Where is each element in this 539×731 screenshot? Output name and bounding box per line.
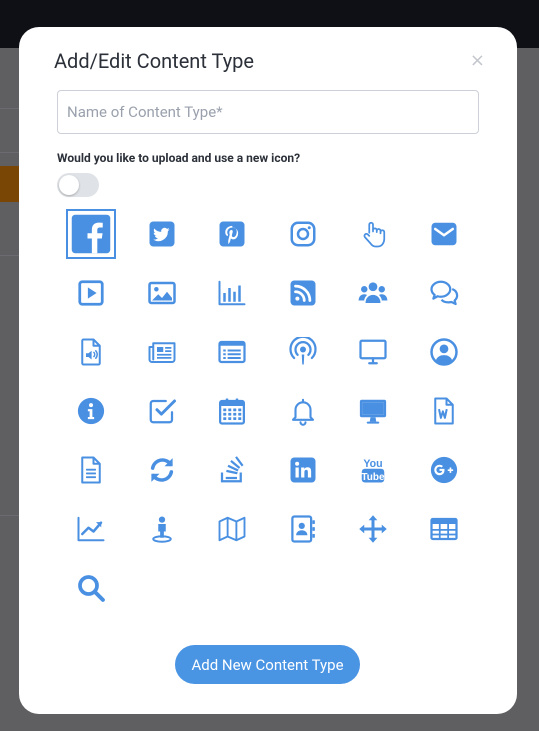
content-type-name-input[interactable] [57, 90, 479, 134]
pinterest-icon[interactable] [202, 208, 262, 260]
background-divider [0, 108, 20, 109]
svg-text:You: You [364, 458, 383, 470]
comments-icon[interactable] [414, 267, 474, 319]
google-plus-icon[interactable] [414, 444, 474, 496]
word-file-icon[interactable] [414, 385, 474, 437]
map-icon[interactable] [202, 503, 262, 555]
background-divider [0, 515, 20, 516]
bell-icon[interactable] [273, 385, 333, 437]
users-icon[interactable] [343, 267, 403, 319]
rss-icon[interactable] [273, 267, 333, 319]
stack-overflow-icon[interactable] [202, 444, 262, 496]
modal-title: Add/Edit Content Type [54, 49, 254, 73]
close-icon[interactable]: × [470, 52, 485, 70]
calendar-icon[interactable] [202, 385, 262, 437]
move-arrows-icon[interactable] [343, 503, 403, 555]
twitter-icon[interactable] [132, 208, 192, 260]
bar-chart-icon[interactable] [202, 267, 262, 319]
check-square-icon[interactable] [132, 385, 192, 437]
list-card-icon[interactable] [202, 326, 262, 378]
upload-icon-toggle[interactable] [57, 173, 99, 197]
newspaper-icon[interactable] [132, 326, 192, 378]
toggle-knob [59, 175, 79, 195]
icon-picker-grid: You Tube [61, 208, 481, 628]
instagram-icon[interactable] [273, 208, 333, 260]
address-book-icon[interactable] [273, 503, 333, 555]
audio-file-icon[interactable] [61, 326, 121, 378]
search-icon[interactable] [61, 562, 121, 614]
facebook-icon[interactable] [61, 208, 121, 260]
image-icon[interactable] [132, 267, 192, 319]
text-file-icon[interactable] [61, 444, 121, 496]
desktop-icon[interactable] [343, 385, 403, 437]
background-divider [0, 255, 20, 256]
content-type-modal: Add/Edit Content Type × Would you like t… [19, 27, 517, 714]
table-icon[interactable] [414, 503, 474, 555]
monitor-icon[interactable] [343, 326, 403, 378]
video-play-icon[interactable] [61, 267, 121, 319]
line-chart-icon[interactable] [61, 503, 121, 555]
svg-text:Tube: Tube [362, 472, 386, 483]
hand-pointer-icon[interactable] [343, 208, 403, 260]
refresh-icon[interactable] [132, 444, 192, 496]
youtube-icon[interactable]: You Tube [343, 444, 403, 496]
background-highlight-row [0, 166, 20, 202]
background-divider [0, 152, 20, 153]
envelope-icon[interactable] [414, 208, 474, 260]
street-view-icon[interactable] [132, 503, 192, 555]
upload-icon-question: Would you like to upload and use a new i… [57, 151, 301, 165]
add-content-type-button[interactable]: Add New Content Type [175, 645, 360, 684]
user-circle-icon[interactable] [414, 326, 474, 378]
linkedin-icon[interactable] [273, 444, 333, 496]
podcast-icon[interactable] [273, 326, 333, 378]
info-circle-icon[interactable] [61, 385, 121, 437]
